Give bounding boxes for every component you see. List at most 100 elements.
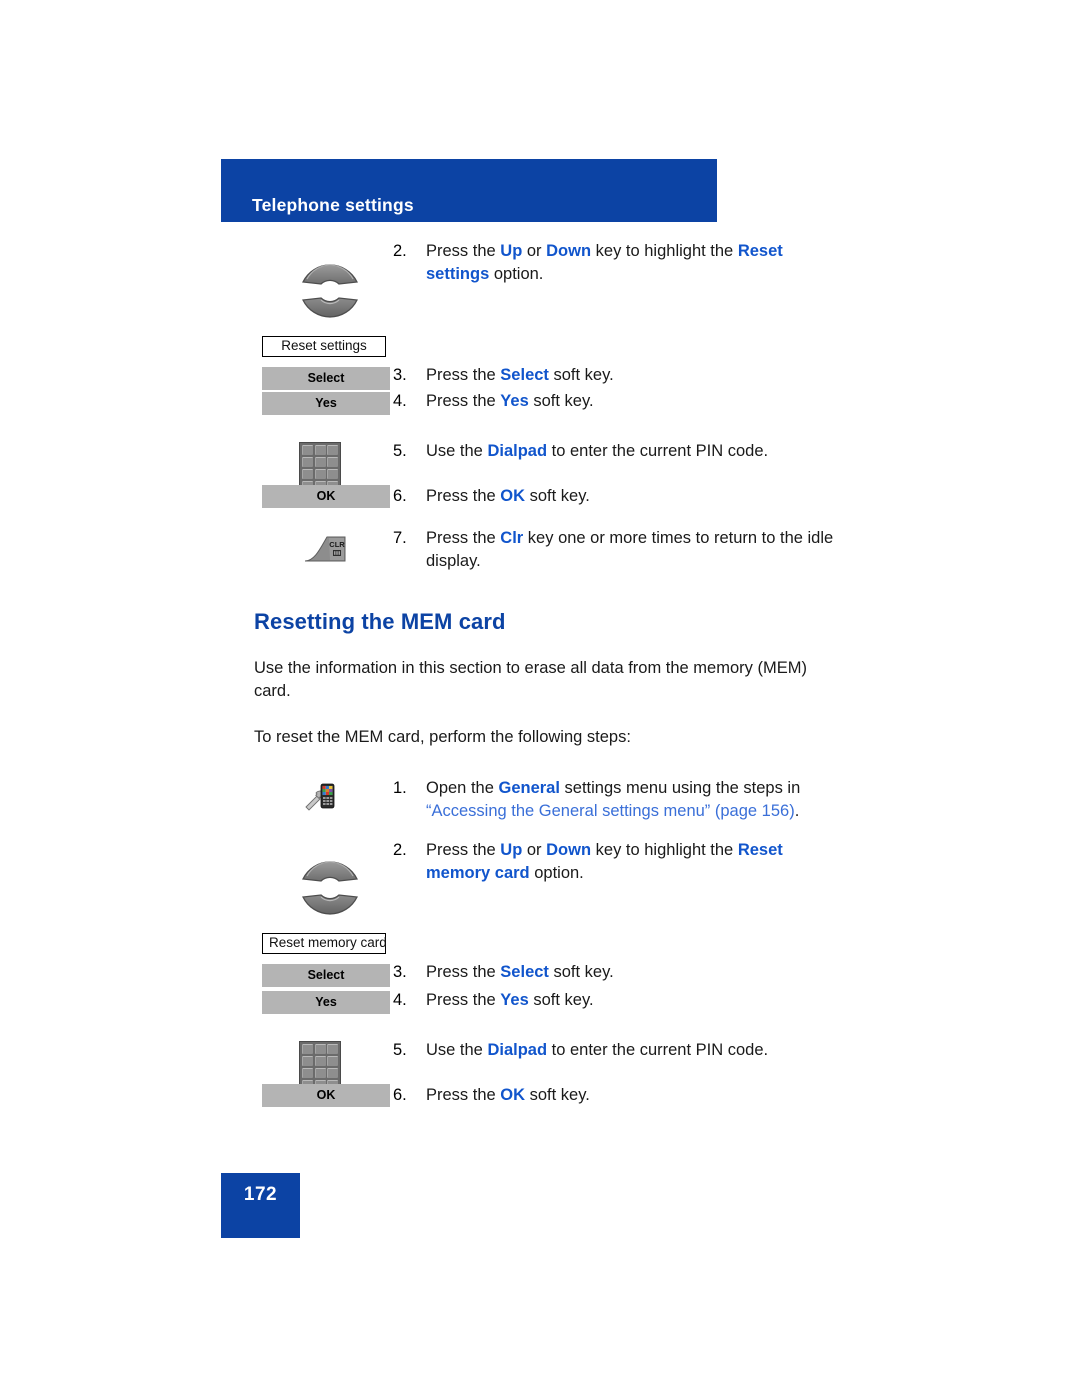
step-text-part: Use the [426,442,488,460]
step-text-part: Down [546,242,592,260]
dialpad-key [314,1055,326,1067]
step-text: Press the Select soft key. [426,931,614,984]
step-number: 5. [393,442,407,460]
nav-up-icon [302,264,358,285]
dialpad-key [327,1067,338,1079]
page-content: 2. Press the Up or Down key to highlight… [221,240,841,1126]
step-text-part: Yes [500,991,529,1009]
clr-key-label: CLR [329,540,345,549]
step-text-part: General [498,779,560,797]
step-text-part: option. [529,864,584,882]
step-row: 2. Press the Up or Down key to highlight… [221,839,841,931]
step-text-part: Open the [426,779,499,797]
dialpad-key [302,456,313,468]
step-row: CLR 7. Press the Clr key one or more tim… [221,527,841,595]
section-heading: Resetting the MEM card [254,609,506,634]
ok-softkey-button[interactable]: OK [262,1084,390,1107]
ok-softkey-button[interactable]: OK [262,485,390,508]
step-text-part: to enter the current PIN code. [547,1041,769,1059]
step-text-part: Dialpad [487,1041,548,1059]
step-text-part: Press the [426,991,501,1009]
step-text: Press the OK soft key. [426,1084,590,1107]
phone-icon [320,783,335,809]
step-text-part: soft key. [525,487,590,505]
step-text-part: key to highlight the [591,841,738,859]
step-text: Press the Clr key one or more times to r… [426,527,841,573]
dialpad-key [314,468,326,480]
step-text-part: or [522,841,547,859]
dialpad-key [302,1055,313,1067]
step-text-part: Press the [426,841,501,859]
nav-rocker-icon [299,252,361,330]
step-number: 1. [393,779,407,797]
section-paragraph-2: To reset the MEM card, perform the follo… [254,728,631,746]
step-row: Yes 4. Press the Yes soft key. [221,390,841,432]
dialpad-key [327,468,338,480]
dialpad-key [327,1055,338,1067]
step-row: Yes 4. Press the Yes soft key. [221,989,841,1031]
step-text-part: Down [546,841,592,859]
step-row: 5. Use the Dialpad to enter the current … [221,1031,841,1093]
section-paragraph-1: Use the information in this section to e… [254,659,807,700]
menu-option-box[interactable]: Reset memory card [262,933,387,954]
step-text-part: to enter the current PIN code. [547,442,769,460]
step-text-part: Clr [500,529,524,547]
step-number: 2. [393,841,407,859]
menu-option-box[interactable]: Reset settings [262,336,386,357]
step-text-part: Up [500,242,523,260]
yes-softkey-button[interactable]: Yes [262,991,390,1014]
select-softkey-button[interactable]: Select [262,964,390,987]
step-number: 3. [393,963,407,981]
step-text-part: Press the [426,529,501,547]
dialpad-key [314,1044,326,1055]
step-row: OK 6. Press the OK soft key. [221,485,841,527]
nav-up-icon [302,861,358,882]
select-softkey-button[interactable]: Select [262,367,390,390]
step-text-part: Yes [500,392,529,410]
step-text-part: soft key. [528,991,594,1009]
page-title: Telephone settings [252,195,414,215]
dialpad-key [314,456,326,468]
cross-reference-link[interactable]: “Accessing the General settings menu” (p… [426,802,795,820]
nav-rocker-icon [299,849,361,927]
dialpad-key [302,1044,313,1055]
step-text-part: Select [500,366,549,384]
clr-key-shape: CLR [304,536,346,562]
step-text-part: Press the [426,366,501,384]
step-row: OK 6. Press the OK soft key. [221,1084,841,1126]
step-text-part: key to highlight the [591,242,738,260]
step-text-part: soft key. [548,366,614,384]
general-settings-icon [303,781,337,811]
step-text: Press the Select soft key. [426,332,614,387]
step-text: Press the OK soft key. [426,485,590,508]
step-number: 4. [393,991,407,1009]
step-text-part: Press the [426,242,501,260]
step-text-part: Press the [426,487,501,505]
page-number: 172 [243,1184,278,1205]
step-text-part: Up [500,841,523,859]
step-text: Press the Up or Down key to highlight th… [426,240,841,286]
dialpad-key [314,445,326,456]
step-row: 1. Open the General settings menu using … [221,777,841,839]
step-number: 3. [393,366,407,384]
step-text-part: Press the [426,963,501,981]
dialpad-key [327,445,338,456]
dialpad-key [327,1044,338,1055]
step-text: Use the Dialpad to enter the current PIN… [426,432,768,463]
step-text-part: . [794,802,800,820]
step-text-part: Press the [426,1086,501,1104]
step-text-part: OK [500,1086,526,1104]
step-text: Press the Up or Down key to highlight th… [426,839,841,885]
step-text-part: soft key. [525,1086,590,1104]
step-text-part: OK [500,487,526,505]
dialpad-key [327,456,338,468]
step-text-part: or [522,242,547,260]
nav-down-icon [302,894,358,915]
step-text: Press the Yes soft key. [426,390,594,413]
step-text: Press the Yes soft key. [426,989,594,1012]
step-number: 5. [393,1041,407,1059]
yes-softkey-button[interactable]: Yes [262,392,390,415]
step-text-part: soft key. [548,963,614,981]
step-text-part: Dialpad [487,442,548,460]
clr-key-icon: CLR [303,533,347,563]
